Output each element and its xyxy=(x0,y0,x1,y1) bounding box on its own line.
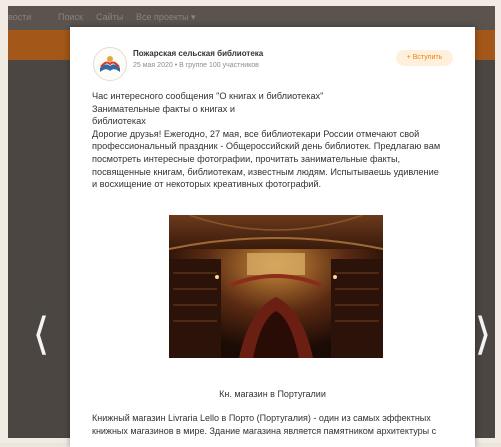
post-photo[interactable] xyxy=(169,215,383,358)
group-avatar[interactable] xyxy=(93,47,127,81)
post-text-line: Занимательные факты о книгах и xyxy=(92,103,236,114)
bookstore-interior-image xyxy=(169,215,383,358)
post-text-line: и восхищение от некоторых креативных фот… xyxy=(92,179,322,190)
join-button[interactable]: + Вступить xyxy=(396,50,453,66)
post-description: Книжный магазин Livraria Lello в Порто (… xyxy=(92,412,464,437)
nav-search[interactable]: Поиск xyxy=(58,12,83,22)
nav-all-projects[interactable]: Все проекты ▾ xyxy=(136,12,196,23)
nav-sites[interactable]: Сайты xyxy=(96,12,123,22)
post-text-line: посмотреть интересные фотографии, прочит… xyxy=(92,153,401,164)
post-meta: 25 мая 2020 • В группе 100 участников xyxy=(133,62,259,69)
group-name[interactable]: Пожарская сельская библиотека xyxy=(133,49,263,58)
description-line: Книжный магазин Livraria Lello в Порто (… xyxy=(92,413,431,423)
post-text-line: библиотеках xyxy=(92,116,146,127)
post-card: Пожарская сельская библиотека 25 мая 202… xyxy=(70,27,475,447)
screenshot-frame: вости Поиск Сайты Все проекты ▾ ⟨ ⟩ Пожа… xyxy=(0,0,501,447)
post-text-line: Час интересного сообщения "О книгах и би… xyxy=(92,91,324,101)
post-text-line: посвященные книгам, библиотекам, известн… xyxy=(92,166,439,177)
description-line: книжных магазинов в мире. Здание магазин… xyxy=(92,425,437,436)
post-text: Час интересного сообщения "О книгах и би… xyxy=(92,90,464,191)
nav-news[interactable]: вости xyxy=(8,12,31,22)
post-text-line: Дорогие друзья! Ежегодно, 27 мая, все би… xyxy=(92,128,420,139)
chevron-left-icon[interactable]: ⟨ xyxy=(26,300,56,370)
photo-caption: Кн. магазин в Португалии xyxy=(219,389,326,399)
post-text-line: профессиональный праздник - Общероссийск… xyxy=(92,141,441,152)
book-logo-icon xyxy=(100,56,120,72)
